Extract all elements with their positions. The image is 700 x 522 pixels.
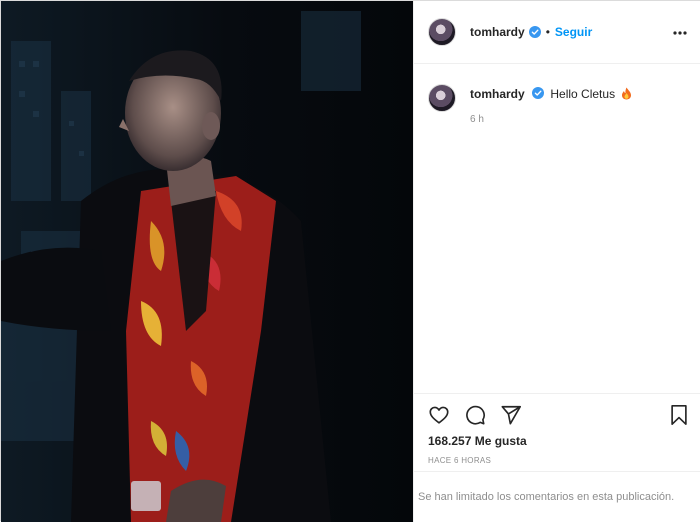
comment-icon[interactable] xyxy=(464,404,486,426)
post-age[interactable]: HACE 6 HORAS xyxy=(428,456,491,465)
follow-button[interactable]: Seguir xyxy=(555,25,592,39)
caption-timestamp[interactable]: 6 h xyxy=(470,114,632,125)
post-dialog: tomhardy • Seguir tomhardy Hello Cletus … xyxy=(0,0,700,522)
author-username[interactable]: tomhardy xyxy=(470,25,525,39)
caption-avatar[interactable] xyxy=(428,84,456,112)
post-image xyxy=(1,1,413,522)
paper-plane-icon[interactable] xyxy=(500,404,522,426)
bookmark-icon[interactable] xyxy=(668,404,690,426)
separator-dot: • xyxy=(545,25,550,39)
verified-badge-icon xyxy=(528,26,541,38)
post-header: tomhardy • Seguir xyxy=(414,1,700,64)
comments-limited-text: Se han limitado los comentarios en esta … xyxy=(418,491,675,503)
verified-badge-icon xyxy=(532,87,545,99)
comments-limited-notice: Se han limitado los comentarios en esta … xyxy=(414,471,700,522)
post-photo[interactable] xyxy=(1,1,413,522)
caption-text-line: tomhardy Hello Cletus xyxy=(470,86,632,102)
post-caption: tomhardy Hello Cletus 6 h xyxy=(428,83,632,125)
fire-emoji-icon xyxy=(622,87,632,100)
post-actions: 168.257 Me gusta HACE 6 HORAS xyxy=(414,393,700,471)
caption-body: tomhardy Hello Cletus 6 h xyxy=(470,86,632,125)
author-avatar[interactable] xyxy=(428,18,456,46)
more-horizontal-icon[interactable] xyxy=(672,25,688,41)
action-icons xyxy=(428,404,522,426)
likes-count[interactable]: 168.257 Me gusta xyxy=(428,434,527,448)
post-side-panel: tomhardy • Seguir tomhardy Hello Cletus … xyxy=(413,1,700,522)
heart-icon[interactable] xyxy=(428,404,450,426)
caption-username[interactable]: tomhardy xyxy=(470,87,525,101)
caption-message: Hello Cletus xyxy=(550,87,616,101)
